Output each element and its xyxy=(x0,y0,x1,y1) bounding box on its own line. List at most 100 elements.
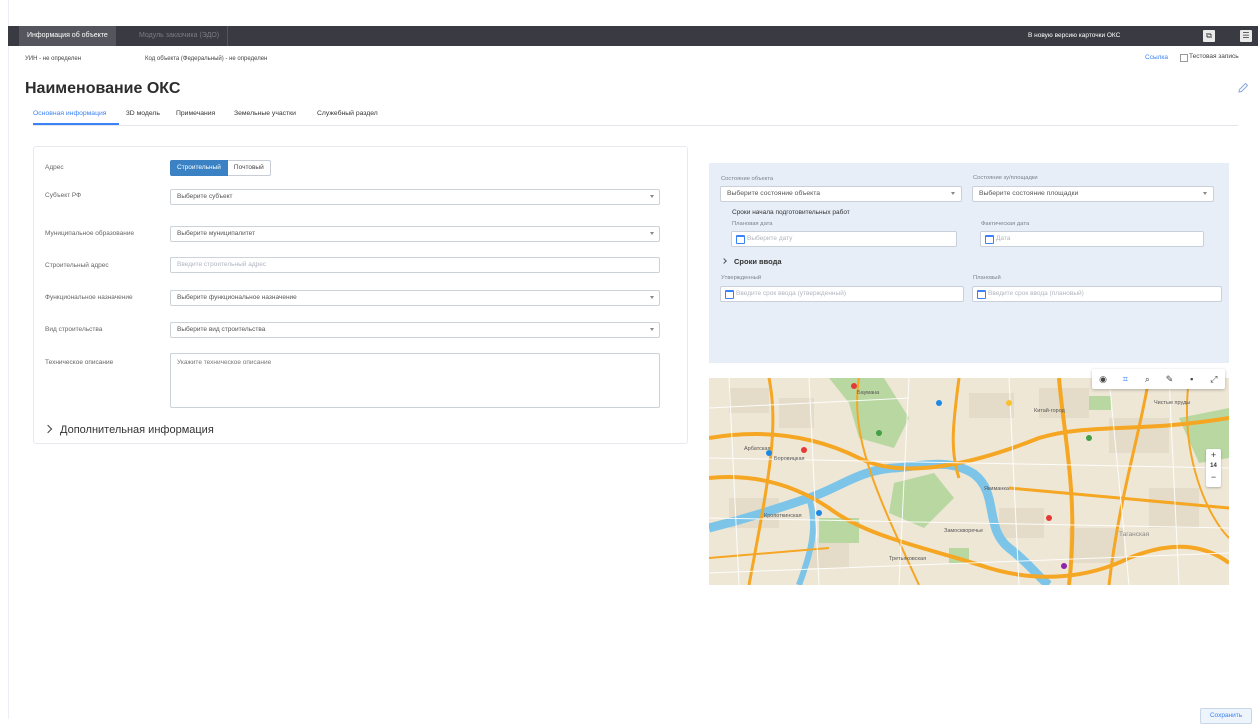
tab-notes[interactable]: Примечания xyxy=(176,110,215,117)
construction-type-label: Вид строительства xyxy=(45,326,103,333)
map-label: Третьяковская xyxy=(889,556,927,562)
site-state-select[interactable]: Выберите состояние площадки xyxy=(972,186,1214,202)
zoom-in-button[interactable]: + xyxy=(1206,449,1221,461)
site-state-value: Выберите состояние площадки xyxy=(979,190,1079,197)
tab-object-info[interactable]: Информация об объекте xyxy=(19,26,116,46)
actual-date-input[interactable]: Дата xyxy=(980,231,1204,247)
map-label: Баумана xyxy=(857,390,880,396)
object-state-select[interactable]: Выберите состояние объекта xyxy=(720,186,962,202)
chevron-down-icon xyxy=(650,232,654,235)
chevron-right-icon xyxy=(43,424,53,434)
chevron-down-icon xyxy=(1203,192,1207,195)
commissioning-toggle[interactable]: Сроки ввода xyxy=(721,257,782,266)
map-canvas xyxy=(709,378,1229,585)
municipality-label: Муниципальное образование xyxy=(45,230,135,237)
additional-info-label: Дополнительная информация xyxy=(60,424,214,436)
actual-date-placeholder: Дата xyxy=(996,235,1011,242)
actual-date-label: Фактическая дата xyxy=(981,221,1030,227)
planned-date-label: Плановая дата xyxy=(732,221,773,227)
chevron-down-icon xyxy=(650,328,654,331)
top-bar: Информация об объекте Модуль заказчика (… xyxy=(8,26,1258,46)
municipality-select[interactable]: Выберите муниципалитет xyxy=(170,226,660,242)
function-label: Функциональное назначение xyxy=(45,294,133,301)
chevron-down-icon xyxy=(650,195,654,198)
map-label: Чистые пруды xyxy=(1154,400,1191,406)
construction-address-placeholder: Введите строительный адрес xyxy=(177,261,267,268)
tab-3d-model[interactable]: 3D модель xyxy=(126,110,160,117)
map-label: Замоскворечье xyxy=(944,528,984,534)
subject-select-value: Выберите субъект xyxy=(177,193,233,200)
link[interactable]: Ссылка xyxy=(1145,54,1168,61)
construction-address-input[interactable]: Введите строительный адрес xyxy=(170,257,660,273)
object-code-text: Код объекта (Федеральный) - не определен xyxy=(145,56,268,62)
save-button[interactable]: Сохранить xyxy=(1200,708,1252,724)
construction-type-select-value: Выберите вид строительства xyxy=(177,326,266,333)
test-record-label: Тестовая запись xyxy=(1189,53,1239,60)
test-record-checkbox[interactable] xyxy=(1180,54,1188,62)
prep-work-title: Сроки начала подготовительных работ xyxy=(732,209,850,216)
tech-description-placeholder: Укажите техническое описание xyxy=(177,359,272,366)
document-icon[interactable]: ☰ xyxy=(1240,30,1252,42)
calendar-icon xyxy=(736,235,745,244)
address-construction-button[interactable]: Строительный xyxy=(170,160,228,176)
construction-address-label: Строительный адрес xyxy=(45,262,109,269)
additional-info-toggle[interactable]: Дополнительная информация xyxy=(43,424,214,436)
map-label: Боровицкая xyxy=(774,456,805,462)
new-version-link[interactable]: В новую версию карточки ОКС xyxy=(1028,26,1120,46)
function-select-value: Выберите функциональное назначение xyxy=(177,294,297,301)
map[interactable]: Китай-город Чистые пруды Якиманка Арбатс… xyxy=(709,378,1229,585)
tab-customer-module[interactable]: Модуль заказчика (ЭДО) xyxy=(131,26,229,46)
tab-service-section[interactable]: Служебный раздел xyxy=(317,110,378,117)
map-label: Арбатская xyxy=(744,446,771,452)
pencil-icon[interactable]: ✎ xyxy=(1163,372,1177,386)
address-postal-button[interactable]: Почтовый xyxy=(227,160,271,176)
pencil-icon[interactable] xyxy=(1236,81,1250,95)
commissioning-title: Сроки ввода xyxy=(734,257,782,266)
object-state-label: Состояние объекта xyxy=(721,176,774,182)
uin-text: УИН - не определен xyxy=(25,56,82,62)
tab-land-plots[interactable]: Земельные участки xyxy=(234,110,296,117)
municipality-select-value: Выберите муниципалитет xyxy=(177,230,256,237)
function-select[interactable]: Выберите функциональное назначение xyxy=(170,290,660,306)
address-label: Адрес xyxy=(45,164,64,171)
trash-icon[interactable]: ▪ xyxy=(1185,372,1199,386)
address-type-toggle: Строительный Почтовый xyxy=(170,160,271,176)
subject-label: Субъект РФ xyxy=(45,192,82,199)
tech-description-textarea[interactable]: Укажите техническое описание xyxy=(170,353,660,408)
planned-term-input[interactable]: Введите срок ввода (плановый) xyxy=(972,286,1222,302)
page-title: Наименование ОКС xyxy=(25,80,181,97)
map-label: Китай-город xyxy=(1034,408,1065,414)
search-icon[interactable]: ⌕ xyxy=(1140,372,1154,386)
object-state-value: Выберите состояние объекта xyxy=(727,190,821,197)
map-toolbar: ◉ ⌗ ⌕ ✎ ▪ ⤢ xyxy=(1092,369,1225,389)
approved-placeholder: Введите срок ввода (утвержденный) xyxy=(736,290,846,297)
left-strip xyxy=(0,0,9,719)
map-label: Кропоткинская xyxy=(764,513,802,519)
chevron-down-icon xyxy=(951,192,955,195)
calendar-icon xyxy=(985,235,994,244)
subject-select[interactable]: Выберите субъект xyxy=(170,189,660,205)
chevron-right-icon xyxy=(721,258,727,264)
site-state-label: Состояние зу/площадки xyxy=(973,175,1038,181)
layers-icon[interactable]: ◉ xyxy=(1096,372,1110,386)
calendar-icon xyxy=(977,290,986,299)
map-label: Таганская xyxy=(1119,531,1150,538)
planned-date-input[interactable]: Выберите дату xyxy=(731,231,957,247)
chevron-down-icon xyxy=(650,296,654,299)
tab-main-info[interactable]: Основная информация xyxy=(33,110,106,117)
zoom-out-button[interactable]: − xyxy=(1206,471,1221,483)
approved-date-input[interactable]: Введите срок ввода (утвержденный) xyxy=(720,286,964,302)
approved-label: Утвержденный xyxy=(721,275,762,281)
tech-description-label: Техническое описание xyxy=(45,359,114,366)
planned-placeholder: Введите срок ввода (плановый) xyxy=(988,290,1084,297)
map-label: Якиманка xyxy=(984,486,1009,492)
construction-type-select[interactable]: Выберите вид строительства xyxy=(170,322,660,338)
planned-date-placeholder: Выберите дату xyxy=(747,235,793,242)
zoom-control: + 14 − xyxy=(1206,449,1221,487)
select-area-icon[interactable]: ⌗ xyxy=(1118,372,1132,386)
tabs-divider xyxy=(33,125,1238,126)
copy-icon[interactable]: ⧉ xyxy=(1203,30,1215,42)
calendar-icon xyxy=(725,290,734,299)
zoom-level: 14 xyxy=(1210,463,1217,469)
expand-icon[interactable]: ⤢ xyxy=(1207,372,1221,386)
